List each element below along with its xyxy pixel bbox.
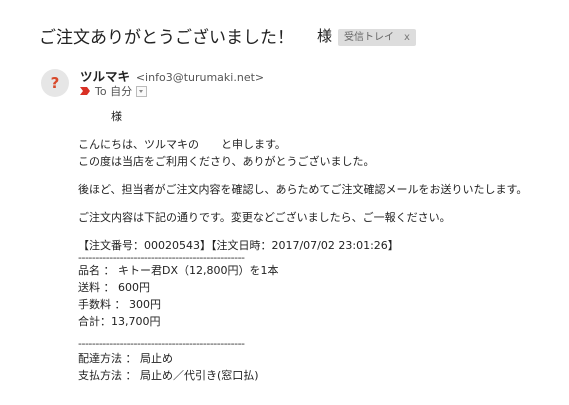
sender-email: <info3@turumaki.net> — [135, 71, 265, 84]
shipping-line: 送料 ： 600円 — [78, 281, 150, 294]
subject-row: ご注文ありがとうございました！ 様 受信トレイ x — [0, 0, 569, 56]
payment-line: 支払方法 ： 局止め／代引き(窓口払) — [78, 369, 259, 382]
to-me-label: To 自分 — [95, 85, 133, 98]
sender-avatar[interactable]: ? — [41, 69, 69, 97]
email-body: 様 こんにちは、ツルマキの と申します。 この度は当店をご利用くださり、ありがと… — [78, 108, 558, 384]
greeting-line-1: こんにちは、ツルマキの と申します。 — [78, 138, 286, 151]
email-subject: ご注文ありがとうございました！ — [39, 28, 294, 48]
subject-honorific: 様 — [317, 27, 333, 45]
inbox-label-chip[interactable]: 受信トレイ x — [338, 29, 416, 46]
recipient-details-dropdown-icon[interactable] — [136, 85, 148, 97]
label-remove-icon[interactable]: x — [404, 32, 410, 43]
salutation: 様 — [78, 110, 122, 123]
delivery-line: 配達方法 ： 局止め — [78, 352, 173, 365]
importance-marker-icon[interactable] — [79, 85, 91, 97]
divider-1: ----------------------------------------… — [78, 254, 245, 262]
divider-2: ----------------------------------------… — [78, 338, 245, 350]
greeting-line-2: この度は当店をご利用くださり、ありがとうございました。 — [78, 155, 375, 168]
inbox-label-text: 受信トレイ — [344, 32, 394, 43]
total-line: 合計：13,700円 — [78, 315, 161, 328]
sender-name[interactable]: ツルマキ — [80, 69, 130, 84]
fee-line: 手数料 ： 300円 — [78, 298, 161, 311]
product-line: 品名 ： キトー君DX（12,800円）を1本 — [78, 264, 279, 277]
notice-line: 後ほど、担当者がご注文内容を確認し、あらためてご注文確認メールをお送りいたします… — [78, 183, 528, 196]
recipient-line: To 自分 — [79, 83, 148, 99]
request-line: ご注文内容は下記の通りです。変更などございましたら、ご一報ください。 — [78, 211, 451, 224]
order-header: 【注文番号：00020543】【注文日時：2017/07/02 23:01:26… — [78, 239, 399, 252]
